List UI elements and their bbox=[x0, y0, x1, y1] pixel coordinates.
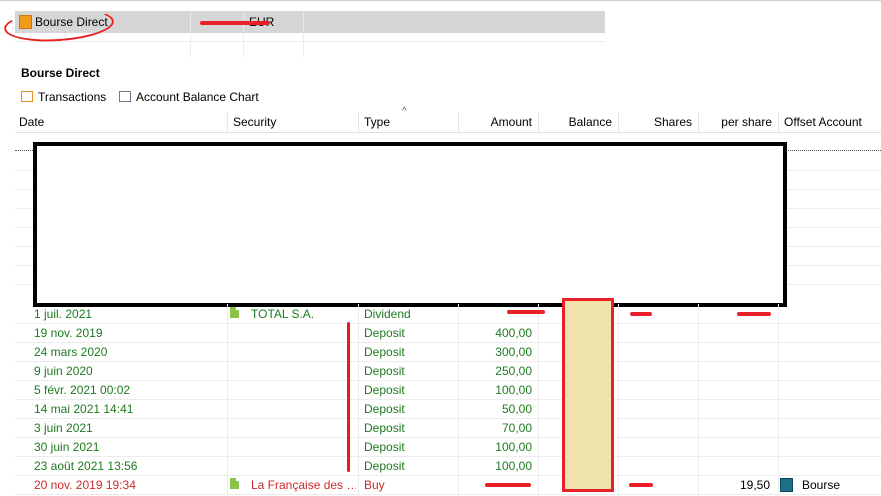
chart-icon bbox=[119, 91, 131, 102]
row-type: Deposit bbox=[364, 345, 405, 359]
row-type: Deposit bbox=[364, 440, 405, 454]
column-divider bbox=[303, 11, 304, 33]
transactions-icon bbox=[21, 91, 33, 102]
column-divider[interactable] bbox=[618, 112, 619, 132]
security-icon bbox=[230, 478, 239, 489]
column-header-offset-account[interactable]: Offset Account bbox=[784, 115, 862, 131]
row-divider bbox=[15, 41, 605, 42]
row-date: 1 juil. 2021 bbox=[34, 307, 93, 321]
column-divider[interactable] bbox=[358, 112, 359, 132]
row-date: 14 mai 2021 14:41 bbox=[34, 402, 134, 416]
table-row[interactable]: 19 nov. 2019 Deposit 400,00 bbox=[15, 323, 881, 343]
column-header-per-share[interactable]: per share bbox=[704, 115, 772, 131]
column-header-amount[interactable]: Amount bbox=[464, 115, 532, 131]
row-amount: 250,00 bbox=[495, 364, 532, 378]
tab-label: Account Balance Chart bbox=[136, 90, 259, 104]
row-type: Deposit bbox=[364, 459, 405, 473]
column-divider bbox=[303, 33, 304, 57]
bourse-account-icon bbox=[780, 478, 793, 492]
column-divider[interactable] bbox=[698, 112, 699, 132]
annotation-line bbox=[347, 322, 350, 472]
column-divider[interactable] bbox=[538, 112, 539, 132]
row-date: 20 nov. 2019 19:34 bbox=[34, 478, 136, 492]
row-type: Buy bbox=[364, 478, 385, 492]
row-date: 5 févr. 2021 00:02 bbox=[34, 383, 131, 397]
table-row[interactable]: 14 mai 2021 14:41 Deposit 50,00 bbox=[15, 399, 881, 419]
row-date: 30 juin 2021 bbox=[34, 440, 100, 454]
account-list: Bourse Direct EUR bbox=[0, 0, 881, 57]
row-type: Deposit bbox=[364, 326, 405, 340]
row-date: 23 août 2021 13:56 bbox=[34, 459, 138, 473]
table-row[interactable]: 1 juil. 2021 TOTAL S.A. Dividend bbox=[15, 304, 881, 324]
row-type: Deposit bbox=[364, 421, 405, 435]
redaction-scribble bbox=[507, 310, 545, 314]
security-icon bbox=[230, 307, 239, 318]
row-type: Dividend bbox=[364, 307, 411, 321]
table-row[interactable]: 20 nov. 2019 19:34 La Française des … Bu… bbox=[15, 475, 881, 495]
row-offset-account: Bourse bbox=[802, 478, 841, 492]
column-divider bbox=[243, 33, 244, 57]
balance-highlight-box bbox=[562, 298, 614, 492]
column-header-security[interactable]: Security bbox=[233, 115, 276, 131]
column-divider bbox=[190, 33, 191, 57]
row-type: Deposit bbox=[364, 402, 405, 416]
table-row[interactable]: 24 mars 2020 Deposit 300,00 bbox=[15, 342, 881, 362]
redaction-box bbox=[33, 142, 787, 307]
redaction-scribble bbox=[485, 483, 531, 487]
table-row[interactable]: 9 juin 2020 Deposit 250,00 bbox=[15, 361, 881, 381]
column-header-shares[interactable]: Shares bbox=[624, 115, 692, 131]
row-amount: 100,00 bbox=[495, 459, 532, 473]
table-header: Date Security Type Amount Balance Shares… bbox=[15, 112, 881, 133]
redaction-scribble bbox=[737, 312, 771, 316]
row-security: La Française des … bbox=[251, 478, 356, 492]
row-date: 9 juin 2020 bbox=[34, 364, 93, 378]
row-type: Deposit bbox=[364, 364, 405, 378]
redaction-scribble bbox=[200, 21, 270, 25]
column-divider bbox=[190, 11, 191, 33]
column-header-type[interactable]: Type bbox=[364, 115, 390, 131]
row-date: 3 juin 2021 bbox=[34, 421, 93, 435]
table-row[interactable]: 5 févr. 2021 00:02 Deposit 100,00 bbox=[15, 380, 881, 400]
column-header-balance[interactable]: Balance bbox=[544, 115, 612, 131]
table-row[interactable]: 30 juin 2021 Deposit 100,00 bbox=[15, 437, 881, 457]
column-divider[interactable] bbox=[458, 112, 459, 132]
page-title: Bourse Direct bbox=[21, 66, 100, 80]
row-date: 19 nov. 2019 bbox=[34, 326, 103, 340]
table-row[interactable]: 23 août 2021 13:56 Deposit 100,00 bbox=[15, 456, 881, 476]
row-amount: 300,00 bbox=[495, 345, 532, 359]
row-amount: 70,00 bbox=[501, 421, 532, 435]
row-amount: 50,00 bbox=[501, 402, 532, 416]
row-per-share: 19,50 bbox=[739, 478, 770, 492]
table-row[interactable]: 3 juin 2021 Deposit 70,00 bbox=[15, 418, 881, 438]
column-divider[interactable] bbox=[227, 112, 228, 132]
row-amount: 400,00 bbox=[495, 326, 532, 340]
row-amount: 100,00 bbox=[495, 440, 532, 454]
redaction-scribble bbox=[630, 312, 652, 316]
row-type: Deposit bbox=[364, 383, 405, 397]
column-divider[interactable] bbox=[778, 112, 779, 132]
redaction-scribble bbox=[629, 483, 653, 487]
row-amount: 100,00 bbox=[495, 383, 532, 397]
column-header-date[interactable]: Date bbox=[19, 115, 44, 131]
row-security: TOTAL S.A. bbox=[251, 307, 315, 321]
row-date: 24 mars 2020 bbox=[34, 345, 108, 359]
tab-label: Transactions bbox=[38, 90, 107, 104]
